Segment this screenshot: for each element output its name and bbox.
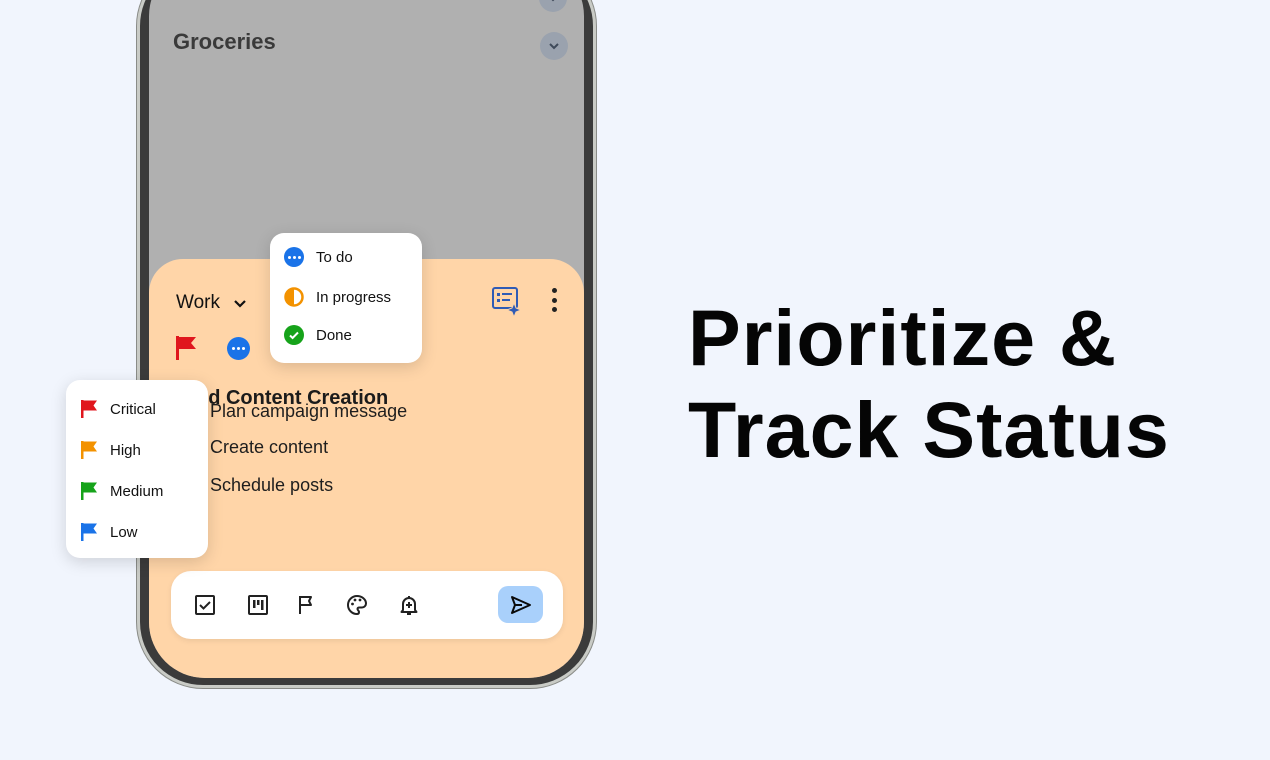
palette-icon[interactable]	[345, 593, 369, 617]
menu-item-label: Done	[316, 326, 352, 344]
menu-item-medium[interactable]: Medium	[80, 481, 163, 501]
menu-item-label: Critical	[110, 400, 156, 418]
promo-headline: Prioritize & Track Status	[688, 292, 1170, 476]
list-title-groceries[interactable]: Groceries	[173, 29, 276, 55]
send-button[interactable]	[498, 586, 543, 623]
menu-item-label: In progress	[316, 288, 392, 306]
menu-item-high[interactable]: High	[80, 440, 141, 460]
menu-item-label: Low	[110, 523, 138, 541]
flag-icon	[81, 441, 97, 459]
flag-icon	[81, 482, 97, 500]
task-item[interactable]: Schedule posts	[210, 475, 333, 496]
headline-line-1: Prioritize &	[688, 293, 1118, 382]
category-label: Work	[176, 292, 220, 313]
done-icon	[284, 325, 304, 345]
category-dropdown[interactable]: Work	[176, 292, 248, 314]
priority-menu: Critical High Medium Low	[66, 380, 208, 558]
flag-icon[interactable]	[175, 335, 199, 361]
menu-item-low[interactable]: Low	[80, 522, 138, 542]
menu-item-label: Medium	[110, 482, 164, 500]
menu-item-label: High	[110, 441, 141, 459]
in-progress-icon	[284, 287, 304, 307]
board-icon[interactable]	[246, 593, 270, 617]
add-reminder-icon[interactable]	[397, 593, 421, 617]
flag-outline-icon[interactable]	[295, 593, 319, 617]
bottom-toolbar	[171, 571, 563, 639]
task-item[interactable]: Plan campaign message	[210, 401, 407, 422]
menu-item-in-progress[interactable]: In progress	[284, 287, 391, 307]
checkbox-icon[interactable]	[193, 593, 217, 617]
headline-line-2: Track Status	[688, 385, 1170, 474]
todo-icon	[284, 247, 304, 267]
more-vert-icon[interactable]	[550, 288, 558, 312]
task-item[interactable]: Create content	[210, 437, 328, 458]
flag-icon	[81, 400, 97, 418]
send-icon	[510, 595, 531, 614]
ai-summary-icon[interactable]	[491, 286, 523, 318]
menu-item-done[interactable]: Done	[284, 325, 352, 345]
menu-item-label: To do	[316, 248, 353, 266]
menu-item-todo[interactable]: To do	[284, 247, 353, 267]
chevron-down-icon[interactable]	[539, 0, 567, 12]
flag-icon	[81, 523, 97, 541]
todo-icon[interactable]	[227, 337, 250, 360]
chevron-down-icon	[234, 300, 246, 308]
chevron-down-icon[interactable]	[540, 32, 568, 60]
status-menu: To do In progress Done	[270, 233, 422, 363]
menu-item-critical[interactable]: Critical	[80, 399, 156, 419]
